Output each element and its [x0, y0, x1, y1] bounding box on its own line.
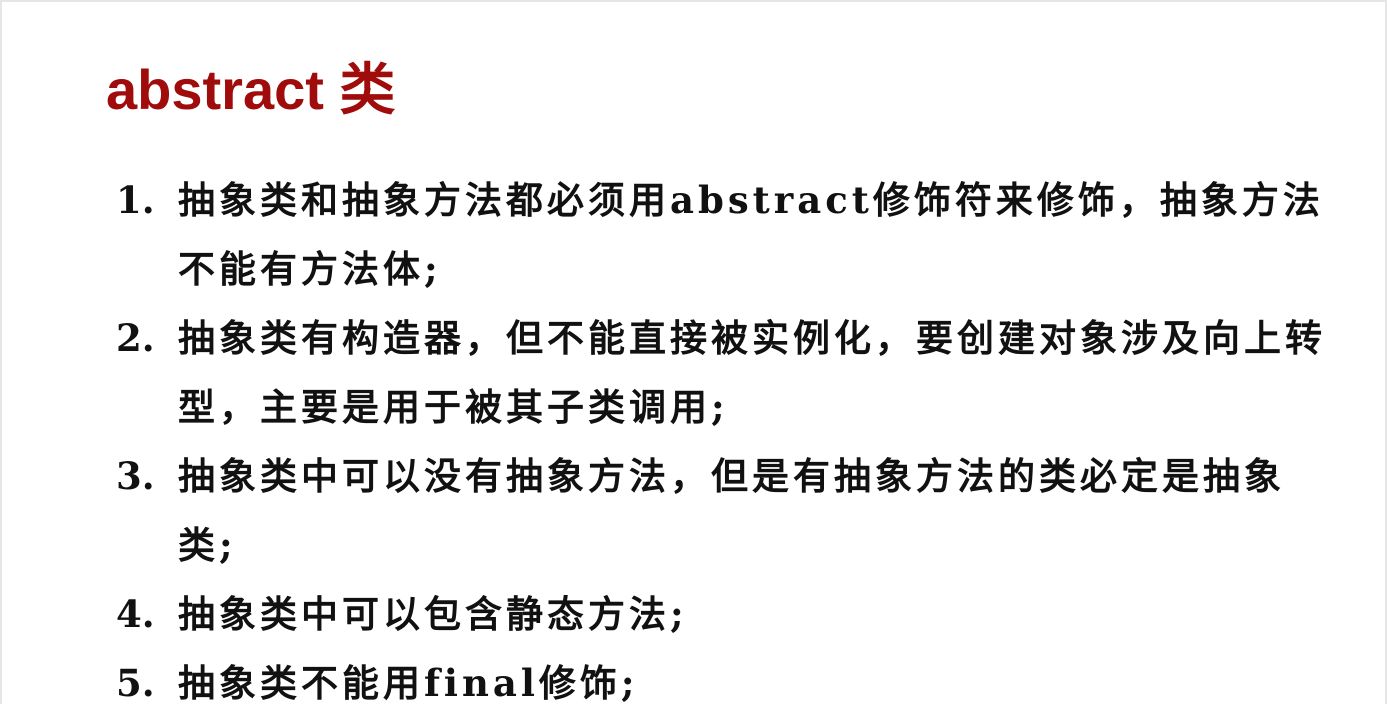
slide: abstract 类 1. 抽象类和抽象方法都必须用abstract修饰符来修饰… [0, 0, 1387, 705]
list-item: 5. 抽象类不能用final修饰; [116, 649, 1326, 718]
points-list: 1. 抽象类和抽象方法都必须用abstract修饰符来修饰，抽象方法不能有方法体… [116, 166, 1326, 718]
item-text: 抽象类不能用final修饰; [178, 661, 639, 705]
item-number: 5. [116, 661, 155, 705]
item-text: 抽象类和抽象方法都必须用abstract修饰符来修饰，抽象方法不能有方法体; [178, 178, 1324, 291]
list-item: 3. 抽象类中可以没有抽象方法，但是有抽象方法的类必定是抽象类; [116, 442, 1326, 580]
list-item: 2. 抽象类有构造器，但不能直接被实例化，要创建对象涉及向上转型，主要是用于被其… [116, 304, 1326, 442]
slide-title: abstract 类 [106, 58, 396, 121]
item-text: 抽象类中可以没有抽象方法，但是有抽象方法的类必定是抽象类; [178, 454, 1285, 567]
item-number: 2. [116, 316, 155, 360]
item-number: 3. [116, 454, 155, 498]
list-item: 4. 抽象类中可以包含静态方法; [116, 580, 1326, 649]
item-number: 4. [116, 592, 155, 636]
item-number: 1. [116, 178, 155, 222]
item-text: 抽象类中可以包含静态方法; [178, 592, 688, 636]
item-text: 抽象类有构造器，但不能直接被实例化，要创建对象涉及向上转型，主要是用于被其子类调… [178, 316, 1326, 429]
list-item: 1. 抽象类和抽象方法都必须用abstract修饰符来修饰，抽象方法不能有方法体… [116, 166, 1326, 304]
